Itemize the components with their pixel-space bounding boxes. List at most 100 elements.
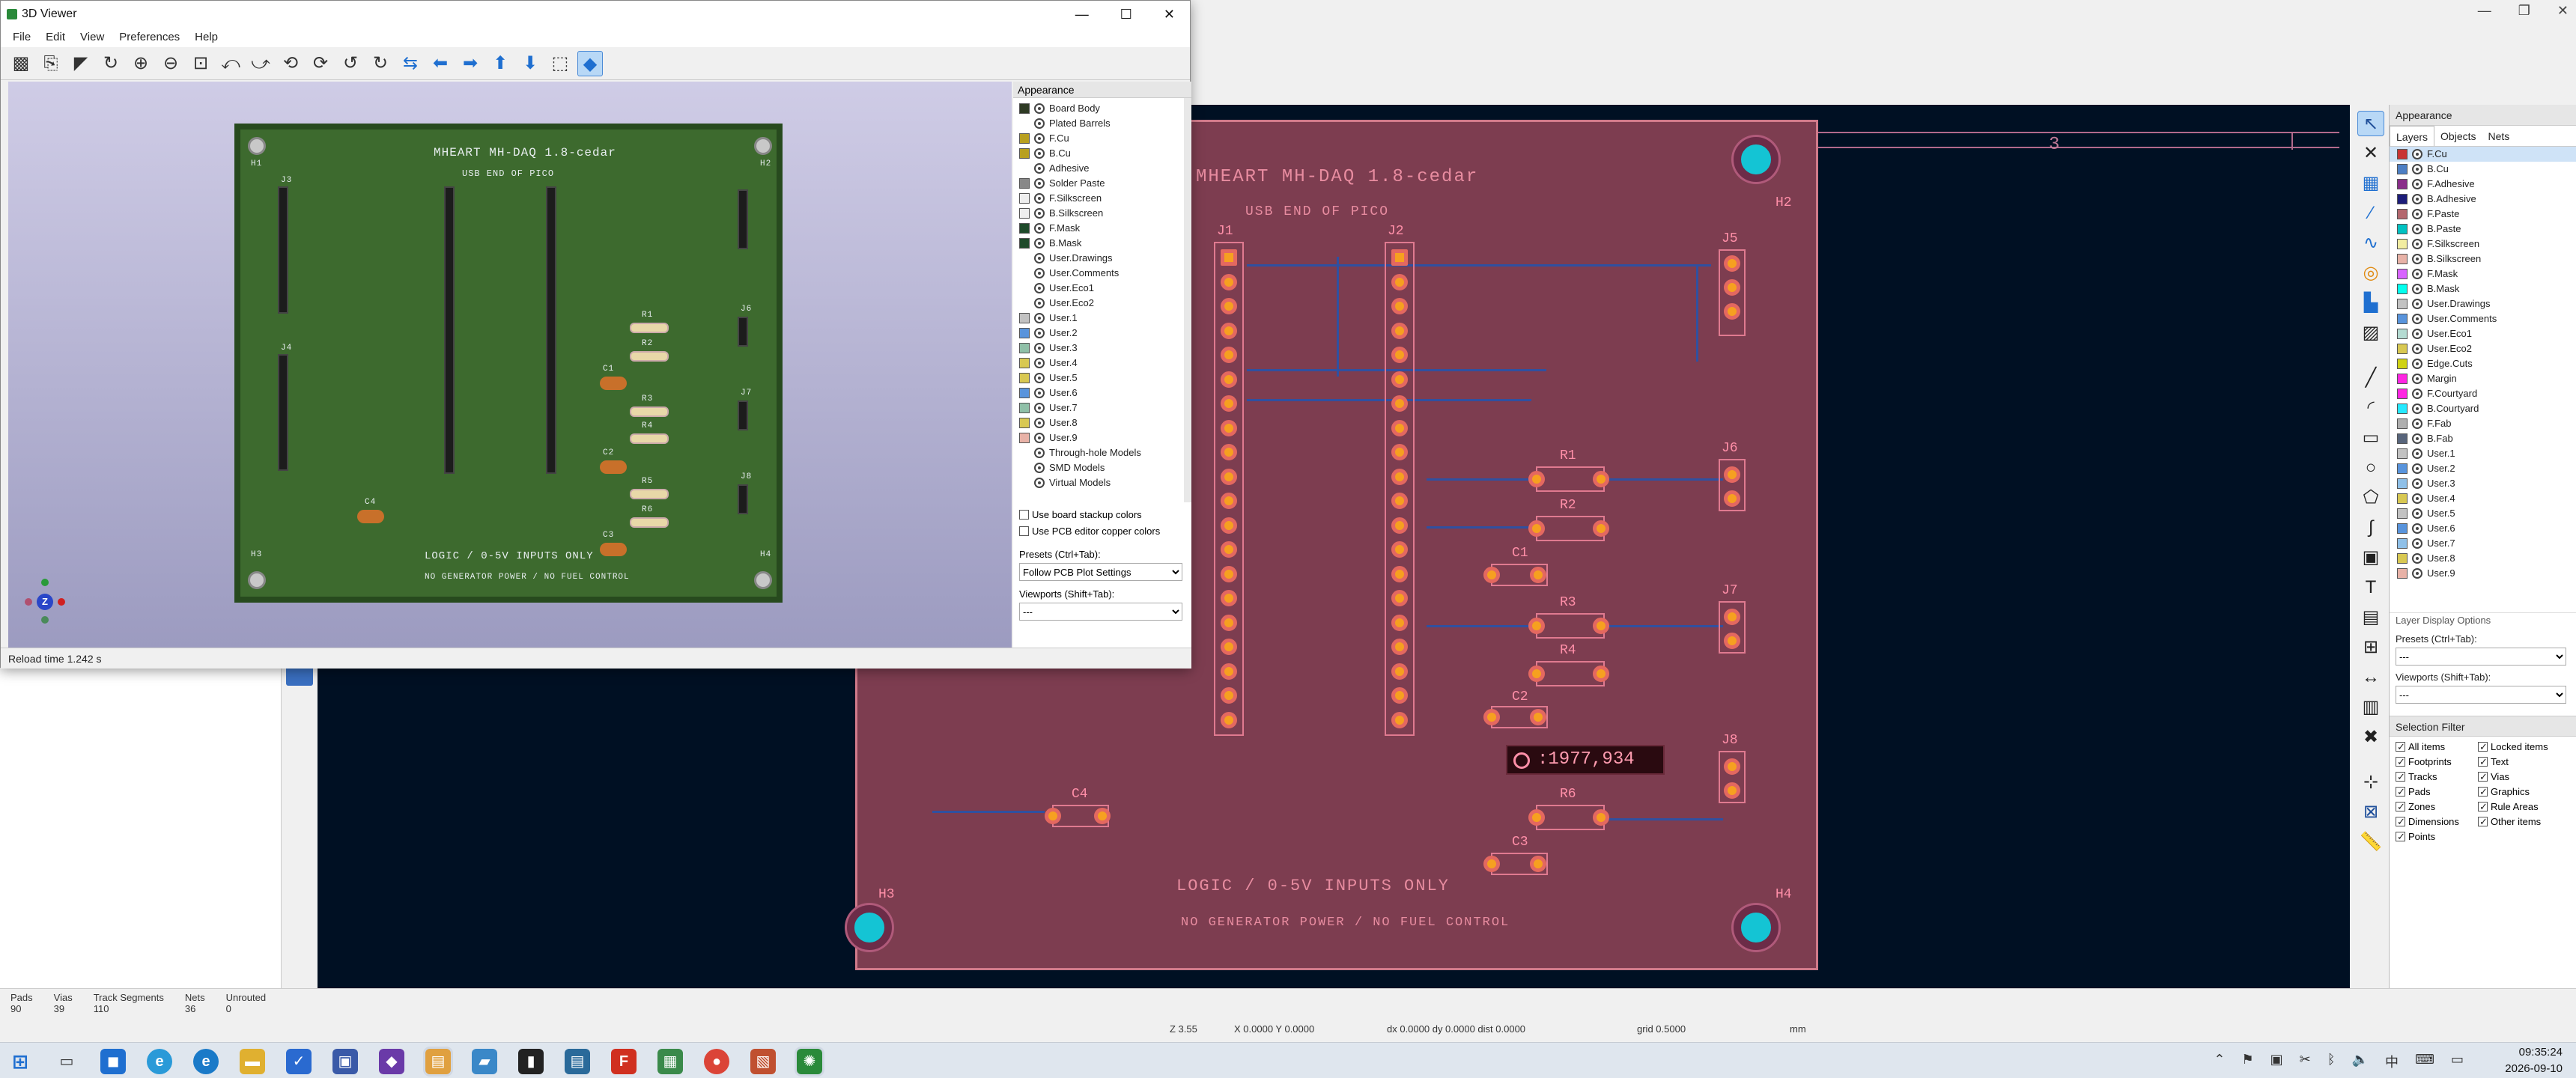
visibility-eye-icon[interactable] [1034, 133, 1045, 144]
rotate-z-ccw-icon[interactable]: ↻ [368, 51, 393, 76]
menu-preferences[interactable]: Preferences [112, 28, 187, 47]
mounting-hole-h2[interactable] [1734, 137, 1778, 182]
layer-row[interactable]: User.4 [2390, 491, 2576, 506]
visibility-eye-icon[interactable] [1034, 313, 1045, 323]
visibility-eye-icon[interactable] [2412, 508, 2422, 519]
route-track-icon[interactable]: ∕ [2357, 201, 2384, 226]
visibility-eye-icon[interactable] [2412, 359, 2422, 369]
notes-icon[interactable]: ▰ [472, 1049, 497, 1074]
presets-dropdown[interactable]: --- [2396, 648, 2566, 666]
kicad-sch-icon[interactable]: ▧ [750, 1049, 776, 1074]
pad[interactable] [1391, 249, 1408, 266]
selection-filter-checkbox[interactable]: Dimensions [2396, 814, 2478, 829]
track[interactable] [932, 811, 1045, 813]
visibility-eye-icon[interactable] [1034, 343, 1045, 353]
layer-row[interactable]: User.7 [2390, 536, 2576, 551]
layer-row[interactable]: User.Eco1 [2390, 326, 2576, 341]
edge-icon[interactable]: e [147, 1049, 172, 1074]
pad[interactable] [1391, 711, 1408, 728]
pad[interactable] [1221, 663, 1237, 680]
viewer-layer-row[interactable]: User.Comments [1013, 266, 1184, 281]
layer-color-swatch[interactable] [1019, 313, 1030, 323]
viewer-layer-row[interactable]: User.5 [1013, 371, 1184, 386]
visibility-eye-icon[interactable] [1034, 238, 1045, 249]
footprint-icon[interactable]: ▦ [2357, 171, 2384, 196]
layer-color-swatch[interactable] [2397, 179, 2408, 189]
visibility-eye-icon[interactable] [1034, 268, 1045, 278]
pad[interactable] [1724, 303, 1740, 320]
layer-color-swatch[interactable] [1019, 268, 1030, 278]
visibility-eye-icon[interactable] [1034, 463, 1045, 473]
viewer-layer-row[interactable]: User.7 [1013, 401, 1184, 415]
selection-filter-checkbox[interactable]: Text [2478, 755, 2560, 770]
pad[interactable] [1593, 618, 1609, 634]
layer-row[interactable]: User.2 [2390, 461, 2576, 476]
clock[interactable]: 09:35:24 2026-09-10 [2505, 1044, 2563, 1077]
layer-row[interactable]: F.Courtyard [2390, 386, 2576, 401]
visibility-eye-icon[interactable] [2412, 374, 2422, 384]
viewer-layer-row[interactable]: F.Cu [1013, 131, 1184, 146]
viewer-layer-row[interactable]: Board Body [1013, 101, 1184, 116]
arc-icon[interactable]: ◜ [2357, 395, 2384, 421]
layer-row[interactable]: B.Cu [2390, 162, 2576, 177]
pad[interactable] [1221, 419, 1237, 436]
layer-color-swatch[interactable] [1019, 133, 1030, 144]
layer-color-swatch[interactable] [1019, 448, 1030, 458]
rotate-x-ccw-icon[interactable]: ⤻ [248, 51, 273, 76]
viewer-layer-row[interactable]: B.Mask [1013, 236, 1184, 251]
viewer-layer-row[interactable]: Solder Paste [1013, 176, 1184, 191]
track[interactable] [1337, 257, 1339, 377]
mounting-hole-h4[interactable] [1734, 905, 1778, 950]
tune-length-icon[interactable]: ∿ [2357, 231, 2384, 256]
viewer-layer-row[interactable]: User.8 [1013, 415, 1184, 430]
snip-icon[interactable]: ✂ [2300, 1052, 2311, 1071]
pad[interactable] [1221, 444, 1237, 460]
pad[interactable] [1221, 541, 1237, 558]
pan-left-icon[interactable]: ⬅ [428, 51, 453, 76]
visibility-eye-icon[interactable] [2412, 209, 2422, 219]
layer-row[interactable]: F.Silkscreen [2390, 237, 2576, 252]
zoom-in-icon[interactable]: ⊕ [128, 51, 154, 76]
reload-icon[interactable]: ↻ [98, 51, 124, 76]
layer-color-swatch[interactable] [1019, 103, 1030, 114]
visibility-eye-icon[interactable] [2412, 194, 2422, 204]
visibility-eye-icon[interactable] [1034, 178, 1045, 189]
minimize-icon[interactable]: — [1075, 1, 1089, 28]
pad[interactable] [1724, 758, 1740, 775]
pad[interactable] [1724, 466, 1740, 483]
viewer-layer-row[interactable]: F.Silkscreen [1013, 191, 1184, 206]
layer-color-swatch[interactable] [2397, 478, 2408, 489]
pad[interactable] [1045, 808, 1061, 824]
visibility-eye-icon[interactable] [1034, 448, 1045, 458]
layer-color-swatch[interactable] [1019, 478, 1030, 488]
pad[interactable] [1528, 520, 1545, 537]
viewer-layer-row[interactable]: SMD Models [1013, 460, 1184, 475]
pad[interactable] [1391, 614, 1408, 631]
pad[interactable] [1221, 322, 1237, 339]
visibility-eye-icon[interactable] [2412, 493, 2422, 504]
mounting-hole-h3[interactable] [847, 905, 892, 950]
pad[interactable] [1391, 444, 1408, 460]
track[interactable] [1427, 526, 1531, 529]
layer-color-swatch[interactable] [2397, 374, 2408, 384]
orthographic-icon[interactable]: ⬚ [547, 51, 573, 76]
pan-up-icon[interactable]: ⬆ [487, 51, 513, 76]
visibility-eye-icon[interactable] [1034, 373, 1045, 383]
pad[interactable] [1221, 493, 1237, 509]
pad[interactable] [1530, 709, 1546, 725]
layer-row[interactable]: B.Adhesive [2390, 192, 2576, 207]
dimension-icon[interactable]: ↔ [2357, 665, 2384, 690]
layer-color-swatch[interactable] [2397, 538, 2408, 549]
app-panel-icon[interactable]: ▤ [565, 1049, 590, 1074]
close-icon[interactable]: ✕ [1164, 1, 1175, 28]
measure-icon[interactable]: 📏 [2357, 829, 2384, 855]
visibility-eye-icon[interactable] [1034, 403, 1045, 413]
viewer-layer-row[interactable]: Through-hole Models [1013, 445, 1184, 460]
selection-filter-checkbox[interactable]: Pads [2396, 785, 2478, 800]
pad[interactable] [1221, 249, 1237, 266]
viewer-layer-row[interactable]: F.Mask [1013, 221, 1184, 236]
visibility-eye-icon[interactable] [2412, 224, 2422, 234]
layer-color-swatch[interactable] [1019, 358, 1030, 368]
track[interactable] [1603, 818, 1723, 820]
edge-beta-icon[interactable]: e [193, 1049, 219, 1074]
